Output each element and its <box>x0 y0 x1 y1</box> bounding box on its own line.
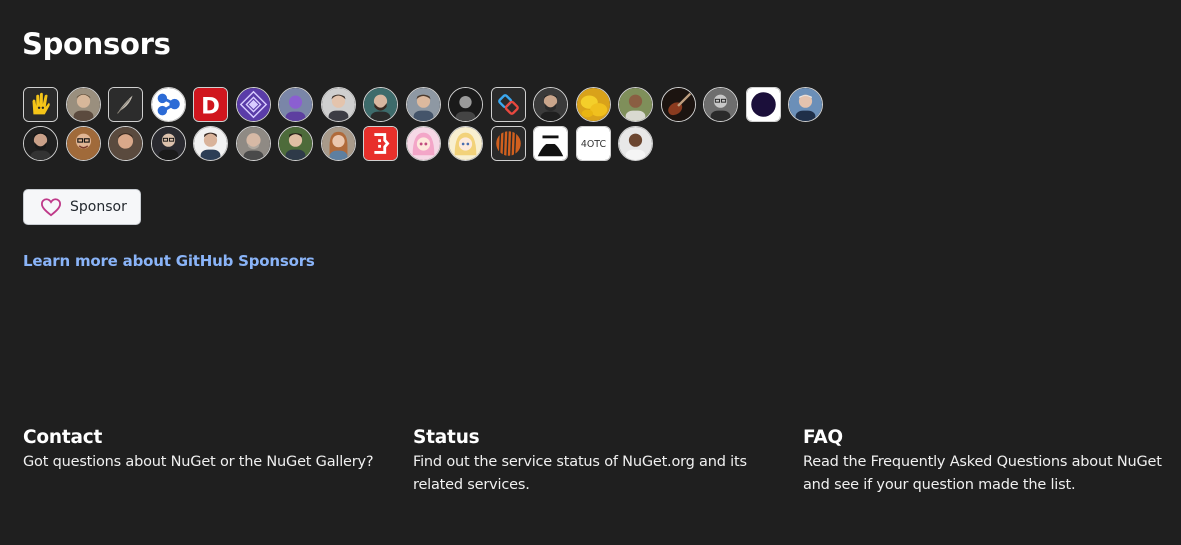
footer-contact: Contact Got questions about NuGet or the… <box>23 426 393 474</box>
sponsor-avatar[interactable] <box>788 87 823 122</box>
sponsor-avatar[interactable] <box>703 87 738 122</box>
sponsor-avatar[interactable] <box>745 87 781 122</box>
footer-status: Status Find out the service status of Nu… <box>413 426 763 497</box>
sponsor-avatar[interactable]: 4OTC <box>575 126 611 161</box>
avatar-row-1: D <box>23 87 883 124</box>
sponsor-avatar[interactable] <box>320 87 356 122</box>
page-title: Sponsors <box>22 27 171 61</box>
svg-text:4OTC: 4OTC <box>580 139 606 150</box>
status-title[interactable]: Status <box>413 426 763 450</box>
sponsor-avatar[interactable] <box>23 87 58 122</box>
sponsor-avatar[interactable] <box>490 87 526 122</box>
sponsor-avatar[interactable] <box>150 87 186 122</box>
sponsor-avatar[interactable] <box>108 87 143 122</box>
sponsor-avatar[interactable] <box>363 87 398 122</box>
sponsor-avatar[interactable] <box>65 126 101 161</box>
heart-icon <box>40 198 62 217</box>
sponsor-avatar[interactable] <box>405 87 441 122</box>
sponsor-avatar[interactable] <box>235 87 271 122</box>
sponsor-avatar[interactable] <box>150 126 186 161</box>
sponsor-button-label: Sponsor <box>70 199 127 215</box>
contact-title[interactable]: Contact <box>23 426 393 450</box>
sponsor-avatar[interactable] <box>533 87 568 122</box>
sponsor-avatar[interactable] <box>23 126 58 161</box>
learn-more-link[interactable]: Learn more about GitHub Sponsors <box>23 252 315 270</box>
sponsor-avatar[interactable]: D <box>193 87 228 122</box>
sponsor-button[interactable]: Sponsor <box>23 189 141 225</box>
sponsor-avatar[interactable] <box>448 126 483 161</box>
sponsor-avatar[interactable] <box>618 126 653 161</box>
faq-text: Read the Frequently Asked Questions abou… <box>803 454 1162 493</box>
sponsor-avatar[interactable] <box>533 126 568 161</box>
page: Sponsors D 4OTC Sponsor Learn more about… <box>0 0 1181 545</box>
sponsor-avatar[interactable] <box>618 87 653 122</box>
avatar-row-2: 4OTC <box>23 126 883 163</box>
sponsor-avatar[interactable] <box>575 87 611 122</box>
footer-faq: FAQ Read the Frequently Asked Questions … <box>803 426 1173 497</box>
faq-title[interactable]: FAQ <box>803 426 1173 450</box>
sponsor-avatar[interactable] <box>363 126 398 161</box>
sponsor-avatar[interactable] <box>235 126 271 161</box>
sponsor-avatar[interactable] <box>448 87 483 122</box>
sponsor-avatar[interactable] <box>490 126 526 161</box>
sponsor-avatar[interactable] <box>193 126 228 161</box>
sponsor-avatar[interactable] <box>108 126 143 161</box>
svg-text:D: D <box>201 93 220 119</box>
contact-text: Got questions about NuGet or the NuGet G… <box>23 454 374 470</box>
sponsor-avatars: D 4OTC <box>23 87 883 165</box>
sponsor-avatar[interactable] <box>405 126 441 161</box>
sponsor-avatar[interactable] <box>278 87 313 122</box>
sponsor-avatar[interactable] <box>660 87 696 122</box>
sponsor-avatar[interactable] <box>320 126 356 161</box>
sponsor-avatar[interactable] <box>278 126 313 161</box>
sponsor-avatar[interactable] <box>65 87 101 122</box>
status-text: Find out the service status of NuGet.org… <box>413 454 747 493</box>
